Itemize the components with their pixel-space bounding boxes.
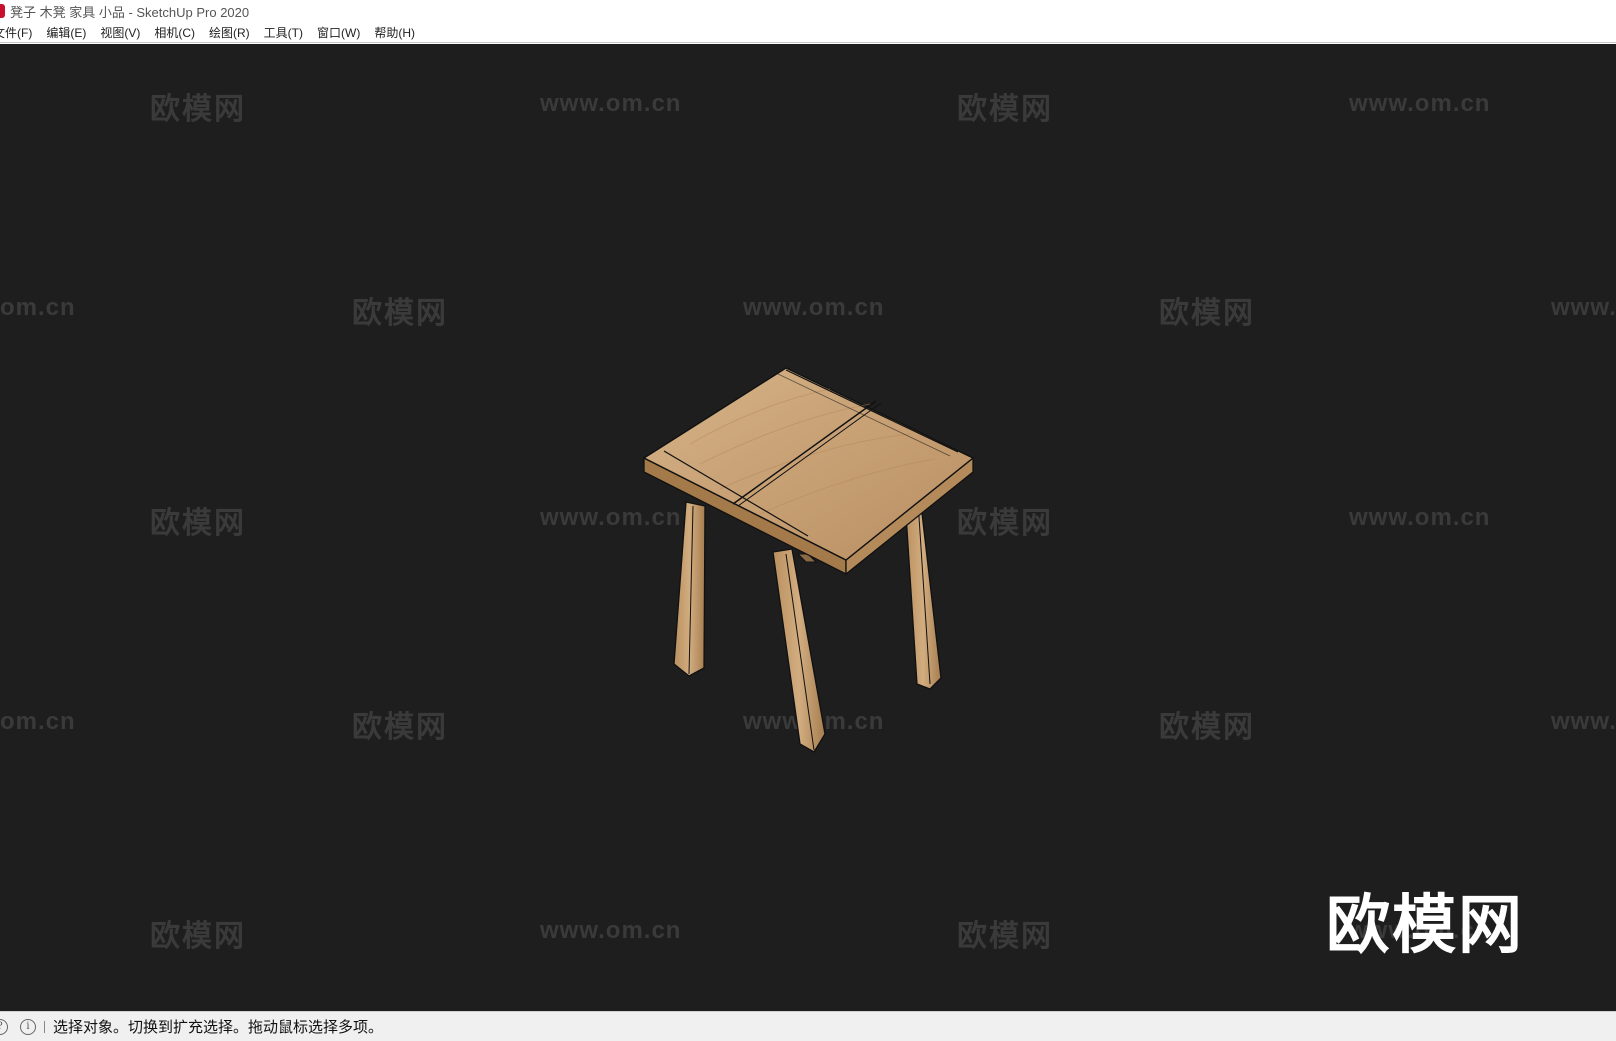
menu-draw[interactable]: 绘图(R): [209, 24, 250, 41]
stool-leg-right: [904, 495, 942, 690]
menu-window[interactable]: 窗口(W): [317, 24, 360, 41]
title-bar: 凳子 木凳 家具 小品 - SketchUp Pro 2020: [0, 0, 1616, 22]
window-title: 凳子 木凳 家具 小品 - SketchUp Pro 2020: [10, 4, 250, 20]
info-icon[interactable]: i: [20, 1018, 36, 1035]
menu-file[interactable]: 文件(F): [0, 24, 32, 41]
status-message: 选择对象。切换到扩充选择。拖动鼠标选择多项。: [53, 1019, 384, 1036]
menu-help[interactable]: 帮助(H): [374, 24, 415, 41]
stool-leg-front: [772, 548, 826, 753]
status-bar: ? i 选择对象。切换到扩充选择。拖动鼠标选择多项。: [0, 1011, 1616, 1041]
model-viewport[interactable]: 欧模网 www.om.cn 欧模网 www.om.cn om.cn 欧模网 ww…: [0, 44, 1616, 1011]
brand-logo: 欧模网: [1326, 889, 1524, 961]
wooden-stool-model[interactable]: [0, 44, 1616, 1011]
sketchup-app-icon[interactable]: [0, 4, 5, 18]
menu-edit[interactable]: 编辑(E): [46, 24, 86, 41]
menu-bar: 文件(F) 编辑(E) 视图(V) 相机(C) 绘图(R) 工具(T) 窗口(W…: [0, 22, 1616, 43]
menu-camera[interactable]: 相机(C): [154, 24, 195, 41]
geolocation-icon[interactable]: ?: [0, 1018, 8, 1035]
menu-tools[interactable]: 工具(T): [264, 24, 303, 41]
status-divider: [44, 1020, 45, 1033]
menu-view[interactable]: 视图(V): [100, 24, 140, 41]
